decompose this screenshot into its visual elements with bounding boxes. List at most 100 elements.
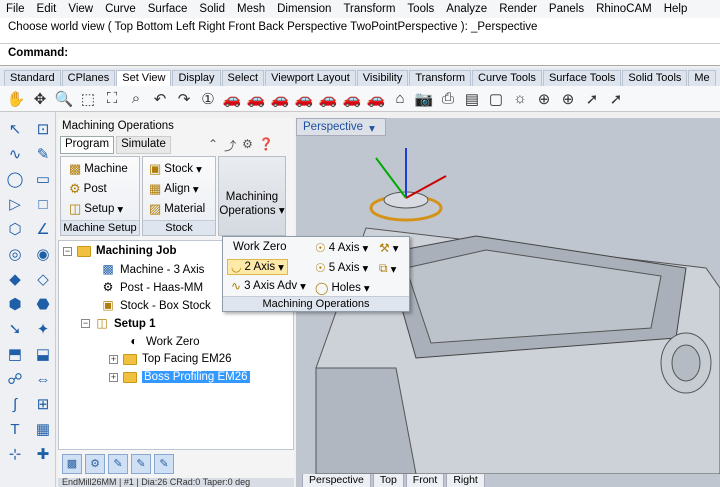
tree-node-stock[interactable]: ▣ Stock - Box Stock	[101, 299, 210, 312]
arrow-icon[interactable]: ➘	[3, 318, 27, 340]
menu-edit[interactable]: Edit	[37, 3, 57, 15]
toolbar-tab-standard[interactable]: Standard	[4, 70, 61, 86]
surface-icon[interactable]: ◆	[3, 268, 27, 290]
toolbar-tab-visibility[interactable]: Visibility	[356, 70, 409, 86]
integral-icon[interactable]: ∫	[3, 393, 27, 415]
camera-icon[interactable]: 📷	[414, 89, 434, 109]
polygon-icon[interactable]: ⬡	[3, 218, 27, 240]
menu-tools[interactable]: Tools	[407, 3, 434, 15]
collapse-icon[interactable]: ⌃	[208, 137, 218, 154]
tree-node-op1[interactable]: + Top Facing EM26	[109, 353, 232, 365]
machining-operations-button[interactable]: Machining Operations ▾	[218, 156, 286, 236]
circle-icon[interactable]: ◯	[3, 168, 27, 190]
pan-icon[interactable]: ✋	[6, 89, 26, 109]
tree-node-op2[interactable]: + Boss Profiling EM26	[109, 371, 250, 383]
zoom-extents-icon[interactable]: ⛶	[102, 89, 122, 109]
toolbar-tab-viewport-layout[interactable]: Viewport Layout	[265, 70, 356, 86]
menu-mesh[interactable]: Mesh	[237, 3, 265, 15]
mirror-icon[interactable]: ⇔	[31, 368, 55, 390]
settings-icon[interactable]: ⚙	[85, 454, 105, 474]
car-icon[interactable]: 🚗	[246, 89, 266, 109]
help-icon[interactable]: ❓	[259, 137, 274, 154]
3-axis-button[interactable]: ∿ 3 Axis Adv ▾	[231, 279, 306, 293]
menu-rhinocam[interactable]: RhinoCAM	[596, 3, 652, 15]
tab-front[interactable]: Front	[405, 474, 445, 487]
menu-surface[interactable]: Surface	[148, 3, 188, 15]
box-icon[interactable]: □	[31, 193, 55, 215]
job-icon[interactable]: ▩	[62, 454, 82, 474]
rectangle-icon[interactable]: ▭	[31, 168, 55, 190]
link-icon[interactable]: ☍	[3, 368, 27, 390]
paper-icon[interactable]: ▢	[486, 89, 506, 109]
house-icon[interactable]: ⌂	[390, 89, 410, 109]
tool-icon[interactable]: ✎	[154, 454, 174, 474]
target-icon[interactable]: ⊕	[534, 89, 554, 109]
car-icon[interactable]: 🚗	[270, 89, 290, 109]
align-button[interactable]: ▦ Align ▾	[149, 181, 199, 197]
command-line[interactable]: Command:	[0, 44, 720, 66]
material-button[interactable]: ▨ Material	[149, 201, 205, 217]
work-zero-button[interactable]: Work Zero	[233, 241, 286, 253]
toolbar-tab-cplanes[interactable]: CPlanes	[61, 70, 116, 86]
setup-button[interactable]: ◫ Setup ▾	[69, 201, 123, 217]
zoom-icon[interactable]: 🔍	[54, 89, 74, 109]
tree-node-setup[interactable]: − ◫ Setup 1	[81, 317, 156, 330]
machine-button[interactable]: ▩ Machine	[69, 161, 128, 177]
toolbar-tab-curve-tools[interactable]: Curve Tools	[472, 70, 542, 86]
5-axis-button[interactable]: ☉ 5 Axis ▾	[315, 261, 368, 275]
2-axis-button[interactable]: ◡ 2 Axis ▾	[227, 259, 288, 275]
printer-icon[interactable]: ⎙	[438, 89, 458, 109]
polyline-icon[interactable]: ✎	[31, 143, 55, 165]
zoom-window-icon[interactable]: ⬚	[78, 89, 98, 109]
sun-icon[interactable]: ☼	[510, 89, 530, 109]
tools-button[interactable]: ⚒ ▾	[379, 241, 399, 255]
tab-top[interactable]: Top	[372, 474, 404, 487]
grid-icon[interactable]: ⊞	[31, 393, 55, 415]
curve-icon[interactable]: ⤴	[224, 137, 236, 154]
toolbar-tab-me[interactable]: Me	[688, 70, 716, 86]
angle-icon[interactable]: ∠	[31, 218, 55, 240]
holes-button[interactable]: ◯ Holes ▾	[315, 281, 370, 295]
menu-dimension[interactable]: Dimension	[277, 3, 331, 15]
toolbar-tab-surface-tools[interactable]: Surface Tools	[542, 70, 622, 86]
tab-program[interactable]: Program	[60, 136, 115, 154]
mesh2-icon[interactable]: ⬣	[31, 293, 55, 315]
triangle-icon[interactable]: ▷	[3, 193, 27, 215]
menu-solid[interactable]: Solid	[199, 3, 225, 15]
menu-panels[interactable]: Panels	[549, 3, 584, 15]
snap-icon[interactable]: ⊹	[3, 443, 27, 465]
point-icon[interactable]: ⊡	[31, 118, 55, 140]
tab-right[interactable]: Right	[446, 474, 485, 487]
post-button[interactable]: ⚙ Post	[69, 181, 107, 197]
menu-view[interactable]: View	[68, 3, 93, 15]
rotate-icon[interactable]: ✥	[30, 89, 50, 109]
loft-icon[interactable]: ⬓	[31, 343, 55, 365]
curve-icon[interactable]: ∿	[3, 143, 27, 165]
zoom-1-1-icon[interactable]: ①	[198, 89, 218, 109]
car-icon[interactable]: 🚗	[342, 89, 362, 109]
mesh-icon[interactable]: ⬢	[3, 293, 27, 315]
car-icon[interactable]: 🚗	[366, 89, 386, 109]
zoom-selected-icon[interactable]: ⌕	[126, 89, 146, 109]
toolbar-tab-transform[interactable]: Transform	[409, 70, 472, 86]
stock-button[interactable]: ▣ Stock ▾	[149, 161, 202, 177]
menu-render[interactable]: Render	[499, 3, 537, 15]
tree-node-machine[interactable]: ▩ Machine - 3 Axis	[101, 263, 204, 276]
car-icon[interactable]: 🚗	[294, 89, 314, 109]
car-icon[interactable]: 🚗	[318, 89, 338, 109]
layout-icon[interactable]: ▤	[462, 89, 482, 109]
4-axis-button[interactable]: ☉ 4 Axis ▾	[315, 241, 368, 255]
tree-node-root[interactable]: − Machining Job	[63, 245, 177, 257]
select-icon[interactable]: ↖	[3, 118, 27, 140]
menu-curve[interactable]: Curve	[105, 3, 136, 15]
hatch-icon[interactable]: ▦	[31, 418, 55, 440]
copy-button[interactable]: ⧉ ▾	[379, 261, 396, 276]
toolbar-tab-solid-tools[interactable]: Solid Tools	[622, 70, 688, 86]
tool-icon[interactable]: ✎	[131, 454, 151, 474]
solid-icon[interactable]: ◉	[31, 243, 55, 265]
star-icon[interactable]: ✦	[31, 318, 55, 340]
tab-simulate[interactable]: Simulate	[116, 136, 171, 154]
sphere-icon[interactable]: ◎	[3, 243, 27, 265]
extrude-icon[interactable]: ⬒	[3, 343, 27, 365]
tool-icon[interactable]: ✎	[108, 454, 128, 474]
